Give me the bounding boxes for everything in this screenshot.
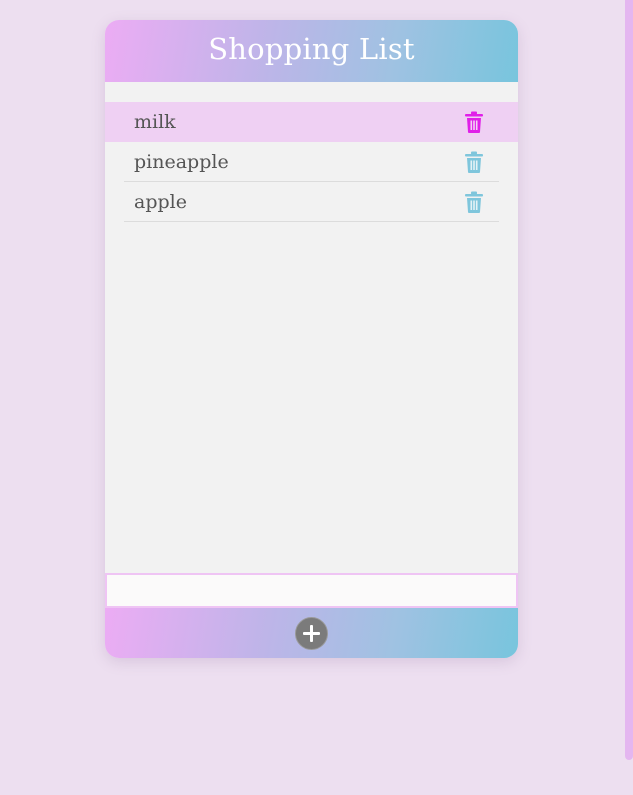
plus-icon — [303, 624, 320, 642]
page-title: Shopping List — [208, 32, 415, 66]
list-item-apple[interactable]: apple — [105, 182, 518, 222]
header: Shopping List — [105, 20, 518, 82]
trash-icon[interactable] — [464, 151, 484, 173]
trash-icon[interactable] — [464, 111, 484, 133]
list-item-pineapple[interactable]: pineapple — [105, 142, 518, 182]
add-item-button[interactable] — [295, 616, 328, 650]
list-item-label: milk — [134, 111, 176, 133]
trash-icon[interactable] — [464, 191, 484, 213]
item-list: milk pineapple apple — [105, 82, 518, 573]
page-scrollbar[interactable] — [625, 0, 633, 760]
list-item-milk[interactable]: milk — [105, 102, 518, 142]
list-item-label: pineapple — [134, 151, 229, 173]
list-item-label: apple — [134, 191, 187, 213]
footer — [105, 608, 518, 658]
new-item-field-wrapper — [105, 573, 518, 608]
new-item-input[interactable] — [107, 575, 516, 606]
shopping-list-card: Shopping List milk pineapple apple — [105, 20, 518, 658]
